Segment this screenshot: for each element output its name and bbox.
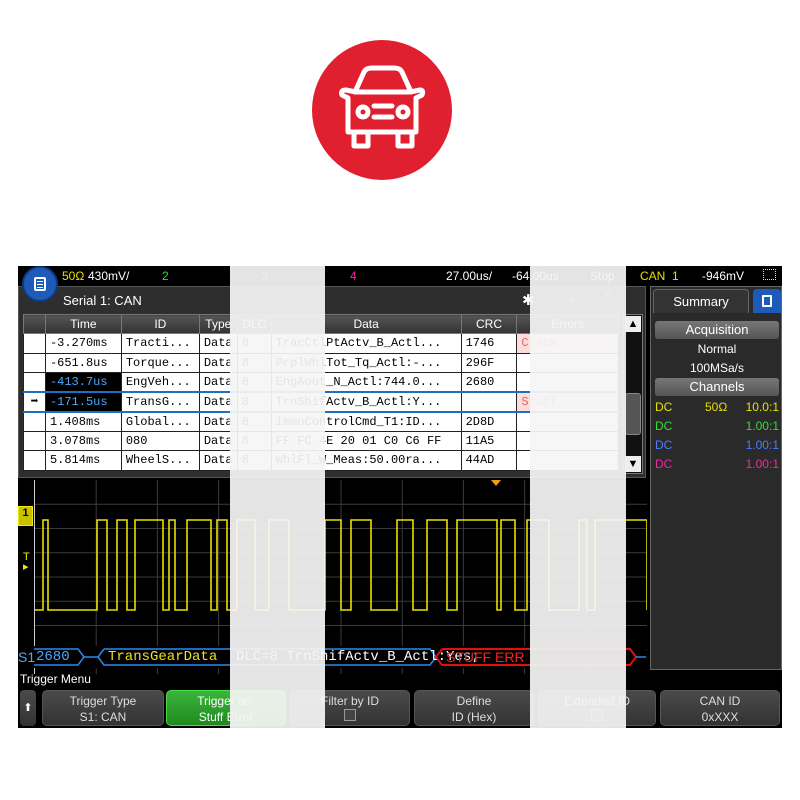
softkey-label: CAN ID	[699, 694, 741, 708]
ch-coupling: DC	[655, 419, 673, 433]
trigger-level-marker[interactable]: T ▸	[23, 552, 30, 573]
ch1-scale[interactable]: 430mV/	[88, 269, 129, 283]
main-menu-button[interactable]	[22, 266, 58, 302]
ch-probe: 1.00:1	[745, 457, 779, 471]
softkey-label: Trigger Type	[69, 694, 137, 708]
cell-crc: 44AD	[460, 450, 518, 471]
define-id-softkey[interactable]: Define ID (Hex)	[414, 690, 534, 726]
decode-crc: 2680	[36, 649, 70, 665]
ch-impedance: 50Ω	[705, 400, 728, 414]
decorative-overlay-strip	[230, 266, 325, 728]
trigger-menu-title: Trigger Menu	[20, 672, 91, 686]
acquisition-header[interactable]: Acquisition	[655, 321, 779, 339]
cell-time: -171.5us	[44, 391, 122, 413]
cell-time: 5.814ms	[44, 450, 122, 471]
serial-window-title: Serial 1: CAN	[63, 293, 142, 308]
timebase[interactable]: 27.00us/	[446, 269, 492, 283]
ch4-label[interactable]: 4	[350, 269, 357, 283]
menu-icon	[762, 295, 772, 307]
cell-time: -3.270ms	[44, 333, 122, 354]
ch-probe: 1.00:1	[745, 419, 779, 433]
lister-scrollbar[interactable]: ▲ ▼	[623, 314, 643, 474]
col-crc[interactable]: CRC	[460, 314, 518, 334]
trigger-type[interactable]: CAN	[640, 269, 665, 283]
cell-id: Tracti...	[120, 333, 200, 354]
cell-crc	[460, 391, 518, 413]
row-marker	[23, 430, 46, 451]
cell-time: -651.8us	[44, 352, 122, 373]
ch1-impedance[interactable]: 50Ω	[62, 269, 84, 283]
cell-time: 1.408ms	[44, 411, 122, 432]
row-marker	[23, 333, 46, 354]
tab-summary-label: Summary	[673, 294, 729, 309]
panel-menu-button[interactable]	[753, 289, 781, 313]
decode-error: STUFF ERR	[446, 649, 525, 665]
cell-time: -413.7us	[44, 372, 122, 393]
ch-probe: 1.00:1	[745, 438, 779, 452]
current-row-arrow-icon: ➡	[23, 391, 46, 413]
ch-coupling: DC	[655, 457, 673, 471]
summary-panel: Summary Acquisition Normal 100MSa/s Chan…	[650, 286, 782, 670]
back-arrow-button[interactable]: ⬆	[20, 690, 36, 726]
cell-time: 3.078ms	[44, 430, 122, 451]
col-id[interactable]: ID	[120, 314, 200, 334]
channels-header[interactable]: Channels	[655, 378, 779, 396]
cell-id: EngVeh...	[120, 372, 200, 393]
scroll-up-arrow-icon[interactable]: ▲	[625, 316, 641, 332]
oscilloscope-screen: 50Ω 430mV/ 2 3 4 27.00us/ -64.00us Stop …	[18, 266, 782, 728]
scroll-down-arrow-icon[interactable]: ▼	[625, 456, 641, 472]
softkey-value: 0xXXX	[701, 710, 739, 724]
col-marker	[23, 314, 46, 334]
trigger-level[interactable]: -946mV	[702, 269, 744, 283]
softkey-value: S1: CAN	[79, 710, 127, 724]
scroll-thumb[interactable]	[625, 393, 641, 435]
cell-id: Torque...	[120, 352, 200, 373]
ch-coupling: DC	[655, 438, 673, 452]
ch1-ground-marker[interactable]: 1	[18, 506, 33, 526]
cell-id: WheelS...	[120, 450, 200, 471]
car-logo	[312, 40, 452, 180]
cell-crc: 1746	[460, 333, 518, 354]
trigger-source[interactable]: 1	[672, 269, 679, 283]
softkey-value: ID (Hex)	[451, 710, 497, 724]
cell-id: Global...	[120, 411, 200, 432]
decode-frame-name: TransGearData	[108, 649, 218, 665]
cell-crc: 2D8D	[460, 411, 518, 432]
tab-summary[interactable]: Summary	[653, 289, 749, 313]
ch2-label[interactable]: 2	[162, 269, 169, 283]
car-icon	[339, 65, 426, 149]
row-marker	[23, 450, 46, 471]
col-time[interactable]: Time	[44, 314, 122, 334]
cell-id: TransG...	[120, 391, 200, 413]
ch-probe: 10.0:1	[745, 400, 779, 414]
softkey-label: Define	[456, 694, 492, 708]
cell-crc: 2680	[460, 372, 518, 393]
cell-crc: 296F	[460, 352, 518, 373]
status-bar: 50Ω 430mV/ 2 3 4 27.00us/ -64.00us Stop …	[18, 266, 782, 286]
filter-by-id-checkbox[interactable]	[344, 709, 356, 721]
can-id-softkey[interactable]: CAN ID 0xXXX	[660, 690, 780, 726]
decorative-overlay-strip	[530, 266, 626, 728]
cell-crc: 11A5	[460, 430, 518, 451]
menu-icon	[34, 277, 46, 291]
sample-rate: 100MSa/s	[689, 361, 745, 375]
row-marker	[23, 352, 46, 373]
row-marker	[23, 411, 46, 432]
ch-coupling: DC	[655, 400, 673, 414]
selection-box-icon[interactable]	[763, 269, 776, 280]
row-marker	[23, 372, 46, 393]
trigger-type-softkey[interactable]: Trigger Type S1: CAN	[42, 690, 164, 726]
trigger-position-marker	[491, 480, 501, 486]
cell-id: 080	[120, 430, 200, 451]
acquisition-mode: Normal	[697, 342, 737, 356]
